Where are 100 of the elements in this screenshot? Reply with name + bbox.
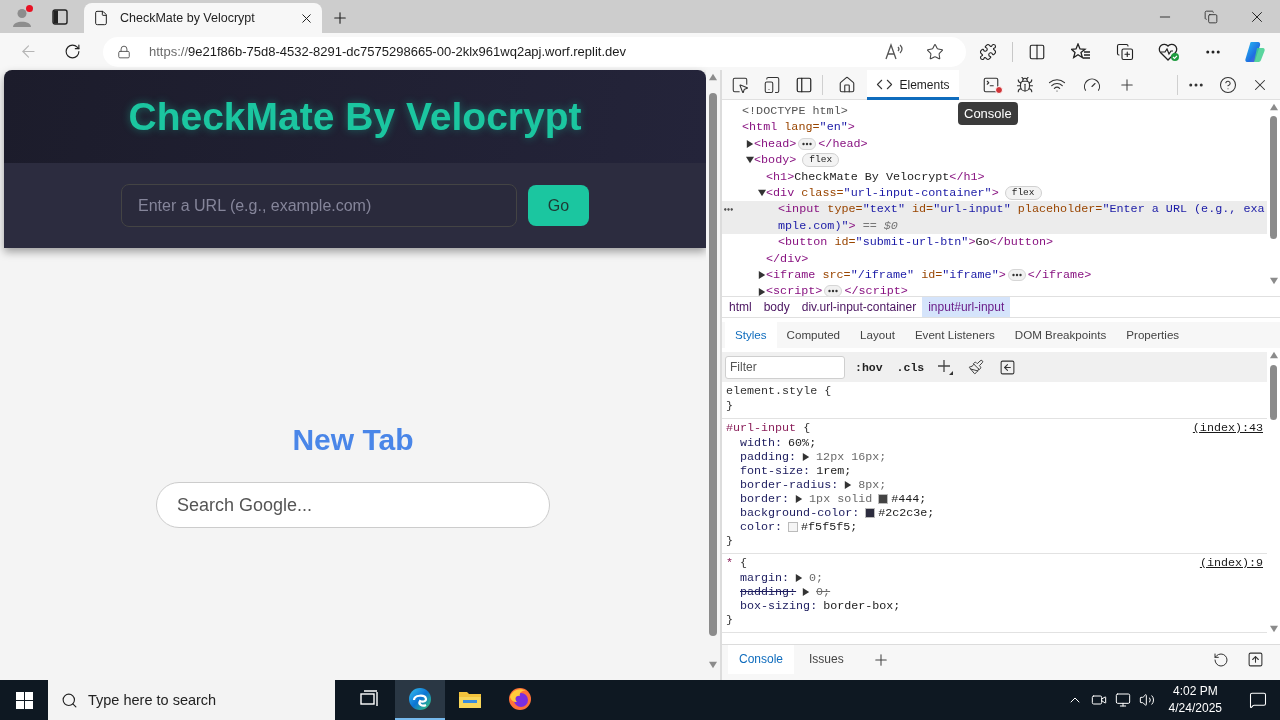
star-icon[interactable] [926, 42, 944, 61]
property-name[interactable]: width: [740, 436, 783, 450]
scroll-up-icon[interactable] [1269, 351, 1278, 359]
drawer-tab[interactable]: Console [728, 645, 795, 674]
state-toggle[interactable]: .cls [896, 360, 925, 374]
color-swatch-icon[interactable] [788, 522, 799, 532]
css-selector[interactable]: #url-input { [726, 421, 811, 435]
arrow-left-box-icon[interactable] [998, 358, 1016, 376]
property-name[interactable]: padding: [740, 450, 797, 464]
taskbar-app-button[interactable] [395, 680, 445, 720]
squares-plus-icon[interactable] [1116, 42, 1134, 61]
address-bar[interactable]: https://9e21f86b-75d8-4532-8291-dc7575298665-00-2klx961wq2apj.worf.replit.dev [103, 36, 966, 67]
refresh-icon[interactable] [63, 43, 81, 60]
collapsed-content-button[interactable] [798, 137, 817, 150]
columns-icon[interactable] [1028, 42, 1046, 61]
collapsed-content-button[interactable] [1007, 268, 1026, 281]
expanded-arrow-icon[interactable] [746, 156, 754, 165]
breadcrumb[interactable]: div.url-input-container [795, 297, 923, 317]
read-aloud-icon[interactable] [885, 42, 905, 61]
property-name[interactable]: padding: [740, 585, 797, 599]
property-value[interactable]: 0; [809, 571, 824, 585]
source-link[interactable]: (index):9 [1199, 556, 1263, 570]
property-value[interactable]: 12px 16px; [816, 450, 887, 464]
css-selector[interactable]: element.style { [726, 384, 832, 398]
property-name[interactable]: color: [740, 520, 783, 534]
collapsed-arrow-icon[interactable] [746, 140, 754, 148]
add-rule-icon[interactable] [937, 359, 954, 375]
property-value[interactable]: #2c2c3e; [878, 506, 935, 520]
go-button[interactable]: Go [528, 185, 589, 226]
property-value[interactable]: 1px solid [809, 492, 873, 506]
elements-tab[interactable]: Elements [867, 69, 959, 100]
puzzle-icon[interactable] [979, 42, 997, 61]
property-value[interactable]: 0; [816, 585, 831, 599]
dom-node[interactable]: <body> flex [754, 152, 840, 169]
new-tab-icon[interactable] [331, 9, 349, 27]
scroll-down-icon[interactable] [709, 661, 717, 669]
dom-node[interactable]: <script> </script> [766, 283, 908, 296]
dom-node[interactable]: <h1>CheckMate By Velocrypt</h1> [766, 168, 985, 186]
property-value[interactable]: 1rem; [816, 464, 852, 478]
property-value[interactable]: 60%; [788, 436, 817, 450]
source-link[interactable]: (index):43 [1192, 421, 1263, 435]
arrow-up-box-icon[interactable] [1246, 651, 1264, 668]
expand-arrow-icon[interactable] [795, 574, 804, 582]
task-view-icon[interactable] [360, 690, 380, 708]
scroll-thumb[interactable] [709, 93, 717, 636]
flex-badge[interactable]: flex [1004, 185, 1042, 200]
breadcrumb[interactable]: html [723, 297, 758, 317]
property-name[interactable]: box-sizing: [740, 599, 818, 613]
taskbar-search-field[interactable]: Type here to search [48, 680, 335, 720]
property-value[interactable]: border-box; [823, 599, 901, 613]
closing-tag[interactable]: </div> [766, 250, 809, 268]
dom-node[interactable]: <!DOCTYPE html> [742, 103, 848, 120]
swirl-logo-icon[interactable] [1243, 39, 1267, 64]
star-list-icon[interactable] [1071, 42, 1091, 61]
collapsed-arrow-icon[interactable] [758, 287, 766, 296]
collapsed-arrow-icon[interactable] [758, 271, 766, 280]
inspect-icon[interactable] [731, 75, 749, 94]
scroll-up-icon[interactable] [709, 73, 717, 81]
dom-node[interactable]: <head> </head> [754, 135, 868, 153]
property-name[interactable]: border-radius: [740, 478, 839, 492]
heart-pulse-icon[interactable] [1158, 41, 1180, 62]
search-field[interactable]: Search Google... [156, 482, 550, 528]
speech-bubble-icon[interactable] [1249, 691, 1267, 709]
sidebar-icon[interactable] [795, 75, 813, 94]
dom-node[interactable]: <div class="url-input-container"> flex [766, 185, 1042, 202]
folder-icon[interactable] [458, 689, 482, 709]
property-name[interactable]: font-size: [740, 464, 811, 478]
panel-tab[interactable]: DOM Breakpoints [1004, 322, 1117, 348]
paintbrush-icon[interactable] [968, 359, 985, 375]
lock-icon[interactable] [117, 44, 131, 59]
url-input[interactable]: Enter a URL (e.g., example.com) [121, 184, 517, 227]
property-name[interactable]: background-color: [740, 506, 860, 520]
dom-node[interactable]: <html lang="en"> [742, 119, 855, 136]
expand-arrow-icon[interactable] [802, 453, 811, 461]
camera-icon[interactable] [1090, 692, 1107, 708]
breadcrumb[interactable]: input#url-input [922, 297, 1011, 317]
scroll-up-icon[interactable] [1269, 103, 1278, 111]
panel-tab[interactable]: Properties [1116, 322, 1190, 348]
restore-icon[interactable] [1204, 9, 1218, 24]
wave-circle-icon[interactable] [408, 687, 432, 711]
expand-arrow-icon[interactable] [802, 588, 811, 596]
scroll-down-icon[interactable] [1269, 277, 1278, 285]
dom-node[interactable]: <button id="submit-url-btn">Go</button> [778, 234, 1054, 251]
property-value[interactable]: #f5f5f5; [801, 520, 858, 534]
undo-arrow-icon[interactable] [1213, 651, 1229, 668]
css-selector[interactable]: * { [726, 556, 748, 570]
help-icon[interactable] [1219, 75, 1237, 94]
property-name[interactable]: margin: [740, 571, 790, 585]
drawer-tab[interactable]: Issues [798, 645, 855, 674]
scroll-down-icon[interactable] [1269, 625, 1278, 633]
property-value[interactable]: #444; [891, 492, 927, 506]
collapsed-content-button[interactable] [824, 285, 843, 296]
breadcrumb[interactable]: body [757, 297, 796, 317]
flame-globe-icon[interactable] [508, 687, 532, 711]
panel-tab[interactable]: Event Listeners [904, 322, 1005, 348]
state-toggle[interactable]: :hov [855, 360, 883, 374]
color-swatch-icon[interactable] [878, 494, 889, 504]
panel-icon[interactable] [52, 8, 68, 25]
scroll-thumb[interactable] [1270, 116, 1277, 239]
panel-tab[interactable]: Computed [776, 322, 851, 348]
